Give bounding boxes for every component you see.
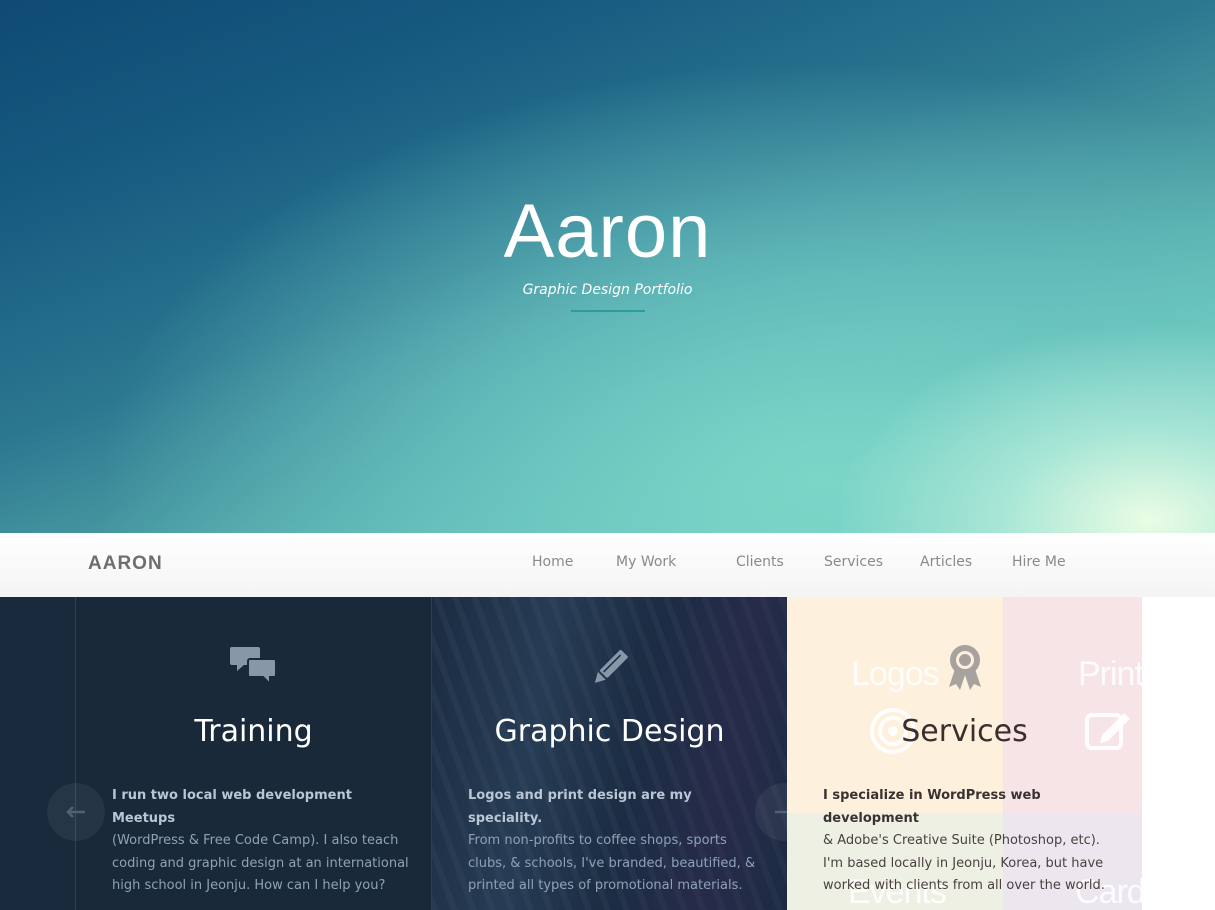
hero-subtitle: Graphic Design Portfolio — [522, 282, 693, 298]
panel-title-graphic-design: Graphic Design — [494, 714, 725, 749]
panel-lead-training: I run two local web development Meetups — [112, 788, 352, 826]
hero-banner: Aaron Graphic Design Portfolio — [0, 0, 1215, 533]
panel-body-services: & Adobe's Creative Suite (Photoshop, etc… — [823, 833, 1105, 893]
panel-title-training: Training — [194, 714, 313, 749]
panel-body-graphic-design: From non-profits to coffee shops, sports… — [468, 833, 756, 893]
hero-divider — [571, 310, 645, 312]
panel-text-services: I specialize in WordPress web developmen… — [823, 785, 1123, 898]
panel-body-training: (WordPress & Free Code Camp). I also tea… — [112, 833, 409, 893]
nav-item-clients[interactable]: Clients — [736, 554, 784, 570]
panel-lead-graphic-design: Logos and print design are my speciality… — [468, 788, 692, 826]
arrow-left-icon[interactable] — [47, 783, 105, 841]
speech-bubbles-icon — [76, 643, 431, 691]
panel-graphic-design: Graphic Design Logos and print design ar… — [431, 597, 787, 910]
main-navbar: AARON Home My Work Clients Services Arti… — [0, 533, 1215, 598]
award-ribbon-icon — [787, 643, 1142, 691]
panel-services: Logos Print Events Card Services I speci… — [787, 597, 1142, 910]
services-bg-tile-logos — [787, 597, 1003, 813]
hero-title: Aaron — [503, 189, 712, 274]
nav-item-articles[interactable]: Articles — [920, 554, 972, 570]
nav-item-hire-me[interactable]: Hire Me — [1012, 554, 1066, 570]
nav-item-home[interactable]: Home — [532, 554, 573, 570]
panel-title-services: Services — [901, 714, 1028, 749]
panel-lead-services: I specialize in WordPress web developmen… — [823, 788, 1041, 826]
nav-item-services[interactable]: Services — [824, 554, 883, 570]
services-bg-tile-print — [1003, 597, 1142, 813]
services-carousel: Training I run two local web development… — [0, 597, 1215, 910]
pencil-icon — [432, 643, 787, 691]
brand-logo[interactable]: AARON — [88, 553, 163, 575]
panel-text-graphic-design: Logos and print design are my speciality… — [468, 785, 768, 898]
panel-training: Training I run two local web development… — [75, 597, 431, 910]
nav-item-my-work[interactable]: My Work — [616, 554, 676, 570]
carousel-edge — [0, 597, 75, 910]
panel-text-training: I run two local web development Meetups … — [112, 785, 412, 898]
